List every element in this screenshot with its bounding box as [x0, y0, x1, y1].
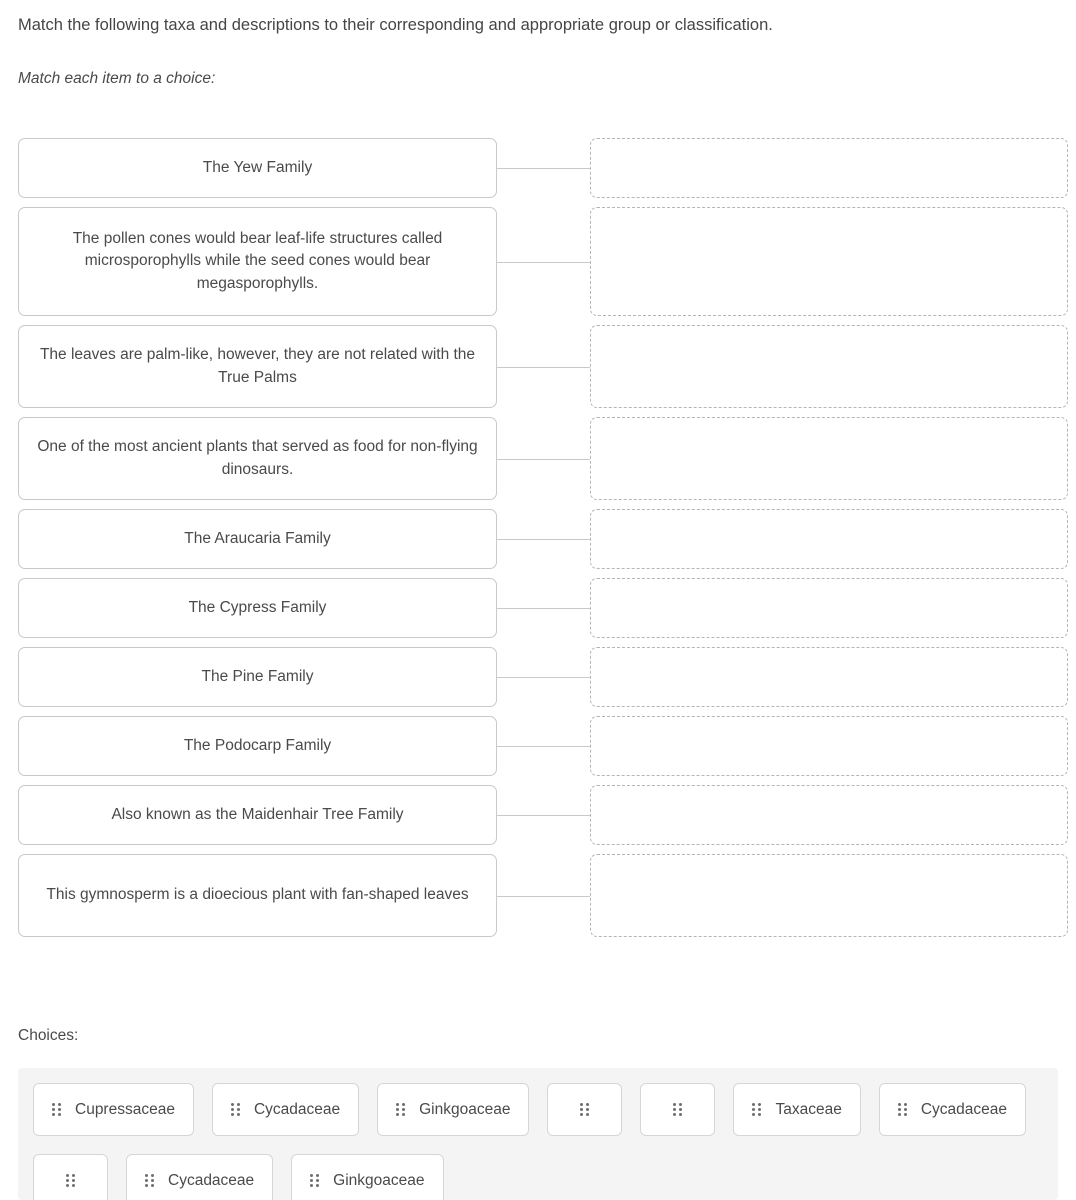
match-item-label: One of the most ancient plants that serv…	[37, 438, 478, 478]
matching-row: The leaves are palm-like, however, they …	[0, 325, 1076, 408]
choices-panel: Cupressaceae Cycadaceae Ginkgoaceae Taxacea…	[18, 1068, 1058, 1200]
connector-line-2	[497, 261, 590, 263]
match-item-label: The Cypress Family	[188, 598, 327, 616]
match-item-9[interactable]: Also known as the Maidenhair Tree Family	[18, 785, 497, 845]
match-item-8[interactable]: The Podocarp Family	[18, 716, 497, 776]
choice-chip-3[interactable]: Ginkgoaceae	[377, 1083, 530, 1136]
matching-rows: The Yew Family The pollen cones would bea…	[0, 138, 1076, 946]
choice-chip-label: Taxaceae	[775, 1100, 842, 1118]
matching-row: One of the most ancient plants that serv…	[0, 417, 1076, 500]
match-item-10[interactable]: This gymnosperm is a dioecious plant wit…	[18, 854, 497, 937]
choice-chip-label: Cycadaceae	[168, 1171, 255, 1189]
question-instruction: Match the following taxa and description…	[18, 16, 773, 34]
drop-zone-8[interactable]	[590, 716, 1068, 776]
drag-handle-icon[interactable]	[752, 1103, 762, 1116]
connector-line-6	[497, 608, 590, 609]
matching-row: The Podocarp Family	[0, 716, 1076, 776]
connector-line-9	[497, 815, 590, 816]
choice-chip-label: Cupressaceae	[75, 1100, 175, 1118]
matching-row: The Araucaria Family	[0, 509, 1076, 569]
match-item-label: The Podocarp Family	[183, 736, 332, 754]
drop-zone-3[interactable]	[590, 325, 1068, 408]
match-item-label: The Yew Family	[202, 158, 313, 176]
drag-handle-icon[interactable]	[580, 1103, 590, 1116]
match-item-label: Also known as the Maidenhair Tree Family	[111, 805, 404, 823]
match-item-7[interactable]: The Pine Family	[18, 647, 497, 707]
connector-line-4	[497, 458, 590, 460]
drop-zone-5[interactable]	[590, 509, 1068, 569]
match-item-4[interactable]: One of the most ancient plants that serv…	[18, 417, 497, 500]
connector-line-7	[497, 677, 590, 678]
match-item-label: The Araucaria Family	[184, 529, 331, 547]
matching-row: The pollen cones would bear leaf-life st…	[0, 207, 1076, 316]
drag-handle-icon[interactable]	[897, 1103, 907, 1116]
connector-line-1	[497, 168, 590, 169]
drop-zone-9[interactable]	[590, 785, 1068, 845]
match-item-label: The leaves are palm-like, however, they …	[39, 346, 476, 386]
drag-handle-icon[interactable]	[230, 1103, 240, 1116]
match-item-1[interactable]: The Yew Family	[18, 138, 497, 198]
choice-chip-label: Ginkgoaceae	[419, 1100, 511, 1118]
question-sub-instruction: Match each item to a choice:	[18, 70, 216, 87]
choice-chip-2[interactable]: Cycadaceae	[211, 1083, 360, 1136]
connector-line-10	[497, 895, 590, 897]
drop-zone-1[interactable]	[590, 138, 1068, 198]
match-item-5[interactable]: The Araucaria Family	[18, 509, 497, 569]
drop-zone-7[interactable]	[590, 647, 1068, 707]
match-item-3[interactable]: The leaves are palm-like, however, they …	[18, 325, 497, 408]
drop-zone-4[interactable]	[590, 417, 1068, 500]
match-item-label: This gymnosperm is a dioecious plant wit…	[46, 886, 469, 904]
match-item-label: The Pine Family	[201, 667, 314, 685]
drop-zone-6[interactable]	[590, 578, 1068, 638]
connector-line-8	[497, 746, 590, 747]
connector-line-5	[497, 539, 590, 540]
choice-chip-7[interactable]: Cycadaceae	[878, 1083, 1026, 1136]
choice-chip-label: Ginkgoaceae	[333, 1171, 425, 1189]
choice-chip-label: Cycadaceae	[920, 1100, 1007, 1118]
choice-chip-1[interactable]: Cupressaceae	[33, 1083, 194, 1136]
drop-zone-2[interactable]	[590, 207, 1068, 316]
match-item-label: The pollen cones would bear leaf-life st…	[72, 229, 443, 292]
matching-row: This gymnosperm is a dioecious plant wit…	[0, 854, 1076, 937]
drag-handle-icon[interactable]	[52, 1103, 61, 1116]
matching-row: The Cypress Family	[0, 578, 1076, 638]
matching-question-page: Match the following taxa and description…	[0, 0, 1076, 1200]
drag-handle-icon[interactable]	[673, 1103, 683, 1116]
choice-chip-10[interactable]: Ginkgoaceae	[291, 1154, 444, 1200]
matching-row: Also known as the Maidenhair Tree Family	[0, 785, 1076, 845]
choices-label: Choices:	[18, 1027, 79, 1044]
match-item-2[interactable]: The pollen cones would bear leaf-life st…	[18, 207, 497, 316]
choice-chip-4[interactable]	[547, 1083, 623, 1136]
choice-chip-6[interactable]: Taxaceae	[733, 1083, 861, 1136]
choice-chip-label: Cycadaceae	[253, 1100, 341, 1118]
connector-line-3	[497, 366, 590, 368]
matching-row: The Pine Family	[0, 647, 1076, 707]
drag-handle-icon[interactable]	[145, 1174, 154, 1187]
drop-zone-10[interactable]	[590, 854, 1068, 937]
matching-row: The Yew Family	[0, 138, 1076, 198]
choice-chip-5[interactable]	[640, 1083, 716, 1136]
choice-chip-8[interactable]	[33, 1154, 108, 1200]
drag-handle-icon[interactable]	[66, 1174, 75, 1187]
match-item-6[interactable]: The Cypress Family	[18, 578, 497, 638]
choice-chip-9[interactable]: Cycadaceae	[126, 1154, 274, 1200]
drag-handle-icon[interactable]	[396, 1103, 406, 1116]
drag-handle-icon[interactable]	[310, 1174, 320, 1187]
